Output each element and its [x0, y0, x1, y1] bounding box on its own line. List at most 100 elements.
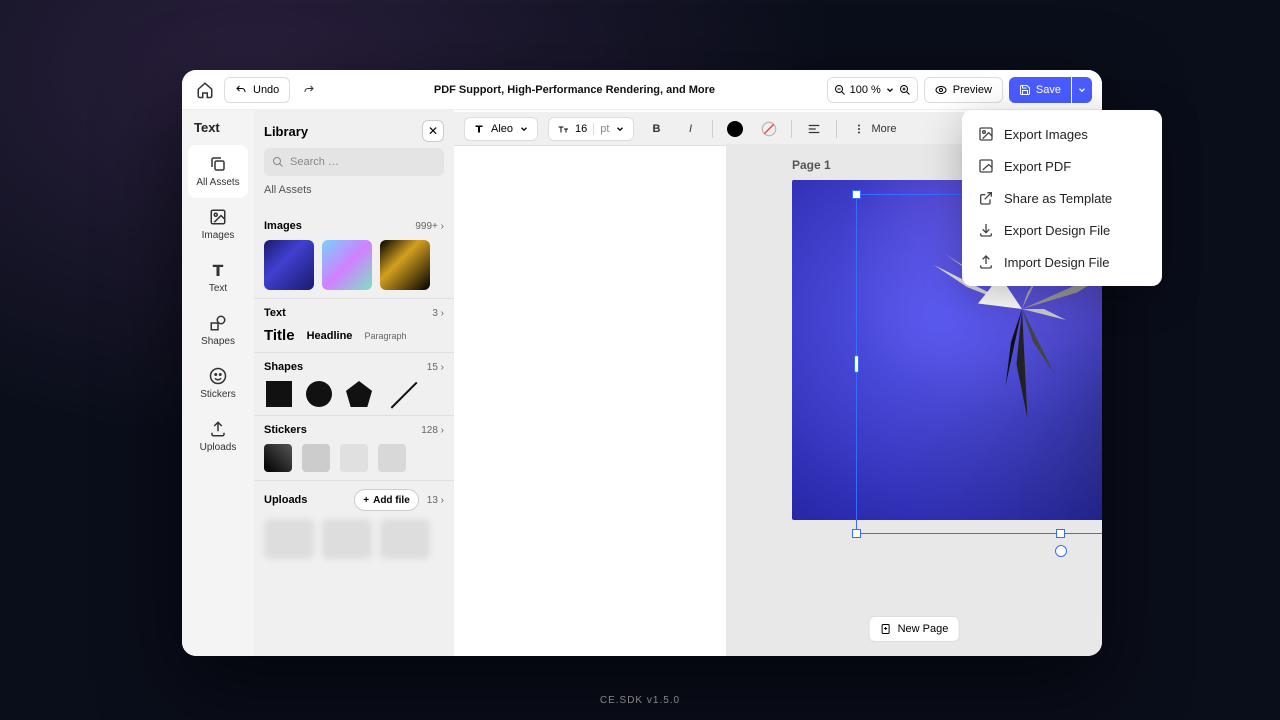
app-window: Undo PDF Support, High-Performance Rende… — [182, 70, 1102, 656]
library-panel: Library ✕ Search … All Assets Images 999… — [254, 110, 454, 656]
topbar: Undo PDF Support, High-Performance Rende… — [182, 70, 1102, 110]
image-thumb[interactable] — [322, 240, 372, 290]
more-label: More — [871, 123, 896, 135]
align-left-icon — [807, 122, 821, 136]
align-button[interactable] — [802, 117, 826, 141]
image-thumb[interactable] — [264, 240, 314, 290]
upload-thumb[interactable] — [264, 519, 314, 559]
text-title: Text — [264, 307, 286, 319]
font-name: Aleo — [491, 123, 513, 135]
menu-export-images[interactable]: Export Images — [962, 118, 1162, 150]
shape-circle[interactable] — [306, 381, 332, 407]
zoom-in-icon[interactable] — [899, 84, 911, 96]
menu-export-design[interactable]: Export Design File — [962, 214, 1162, 246]
resize-handle-b[interactable] — [1056, 529, 1065, 538]
new-page-label: New Page — [898, 623, 949, 635]
stickers-count: 128 — [421, 425, 438, 436]
all-assets-link[interactable]: All Assets — [264, 184, 444, 196]
redo-icon — [303, 84, 315, 96]
rotate-handle[interactable] — [1055, 545, 1067, 557]
close-library-button[interactable]: ✕ — [422, 120, 444, 142]
sticker-thumb[interactable] — [264, 444, 292, 472]
new-page-button[interactable]: New Page — [869, 616, 960, 642]
italic-button[interactable]: I — [678, 117, 702, 141]
undo-button[interactable]: Undo — [224, 77, 290, 103]
font-family-select[interactable]: Aleo — [464, 117, 538, 141]
uploads-section-header[interactable]: Uploads + Add file 13 › — [264, 489, 444, 511]
rail-images[interactable]: Images — [182, 198, 254, 251]
save-button[interactable]: Save — [1009, 77, 1071, 103]
image-thumb[interactable] — [380, 240, 430, 290]
text-sample-paragraph[interactable]: Paragraph — [364, 331, 406, 341]
upload-thumb[interactable] — [380, 519, 430, 559]
rail-header: Text — [182, 110, 254, 145]
upload-icon — [978, 254, 994, 270]
pdf-icon — [978, 158, 994, 174]
undo-icon — [235, 84, 247, 96]
resize-handle-bl[interactable] — [852, 529, 861, 538]
menu-import-design[interactable]: Import Design File — [962, 246, 1162, 278]
stickers-section-header[interactable]: Stickers 128 › — [264, 424, 444, 436]
new-page-icon — [880, 623, 892, 635]
save-icon — [1019, 84, 1031, 96]
rail-text[interactable]: Text — [182, 251, 254, 304]
chevron-down-icon — [1077, 85, 1087, 95]
shapes-icon — [209, 314, 227, 332]
rail-label: Images — [202, 230, 235, 241]
background-color-button[interactable] — [757, 117, 781, 141]
divider — [791, 120, 792, 138]
home-button[interactable] — [192, 77, 218, 103]
chevron-down-icon[interactable] — [885, 85, 895, 95]
zoom-control[interactable]: 100 % — [827, 77, 918, 103]
menu-export-pdf[interactable]: Export PDF — [962, 150, 1162, 182]
fill-color-button[interactable] — [723, 117, 747, 141]
preview-label: Preview — [953, 84, 992, 96]
sticker-thumb[interactable] — [340, 444, 368, 472]
text-icon — [209, 261, 227, 279]
dots-vertical-icon — [853, 123, 865, 135]
chevron-down-icon — [615, 124, 625, 134]
shape-line[interactable] — [386, 381, 412, 407]
text-section-header[interactable]: Text 3 › — [264, 307, 444, 319]
rail-uploads[interactable]: Uploads — [182, 410, 254, 463]
bold-button[interactable]: B — [644, 117, 668, 141]
library-title: Library — [264, 124, 308, 139]
sticker-thumb[interactable] — [378, 444, 406, 472]
shape-square[interactable] — [266, 381, 292, 407]
redo-button[interactable] — [296, 77, 322, 103]
rail-all-assets[interactable]: All Assets — [188, 145, 248, 198]
add-file-button[interactable]: + Add file — [354, 489, 419, 511]
rail-label: Stickers — [200, 389, 236, 400]
upload-thumb[interactable] — [322, 519, 372, 559]
images-section-header[interactable]: Images 999+ › — [264, 220, 444, 232]
font-size-icon — [557, 123, 569, 135]
text-sample-title[interactable]: Title — [264, 327, 295, 344]
shapes-title: Shapes — [264, 361, 303, 373]
shapes-count: 15 — [427, 362, 438, 373]
rail-stickers[interactable]: Stickers — [182, 357, 254, 410]
shapes-section-header[interactable]: Shapes 15 › — [264, 361, 444, 373]
preview-button[interactable]: Preview — [924, 77, 1003, 103]
export-menu: Export Images Export PDF Share as Templa… — [962, 110, 1162, 286]
shape-pentagon[interactable] — [346, 381, 372, 407]
menu-share-template[interactable]: Share as Template — [962, 182, 1162, 214]
rail-label: Shapes — [201, 336, 235, 347]
divider — [712, 120, 713, 138]
uploads-title: Uploads — [264, 494, 307, 506]
page-label: Page 1 — [792, 158, 831, 172]
zoom-out-icon[interactable] — [834, 84, 846, 96]
side-rail: Text All Assets Images Text Shapes Stick… — [182, 110, 254, 656]
text-count: 3 — [432, 308, 438, 319]
all-assets-label: All Assets — [264, 184, 312, 196]
library-search[interactable]: Search … — [264, 148, 444, 176]
menu-label: Import Design File — [1004, 255, 1109, 270]
assets-icon — [209, 155, 227, 173]
text-sample-headline[interactable]: Headline — [307, 330, 353, 342]
save-dropdown-button[interactable] — [1072, 77, 1092, 103]
rail-label: All Assets — [196, 177, 239, 188]
menu-label: Export Images — [1004, 127, 1088, 142]
font-size-select[interactable]: 16 pt — [548, 117, 634, 141]
sticker-thumb[interactable] — [302, 444, 330, 472]
rail-shapes[interactable]: Shapes — [182, 304, 254, 357]
more-actions-button[interactable]: More — [847, 117, 902, 141]
